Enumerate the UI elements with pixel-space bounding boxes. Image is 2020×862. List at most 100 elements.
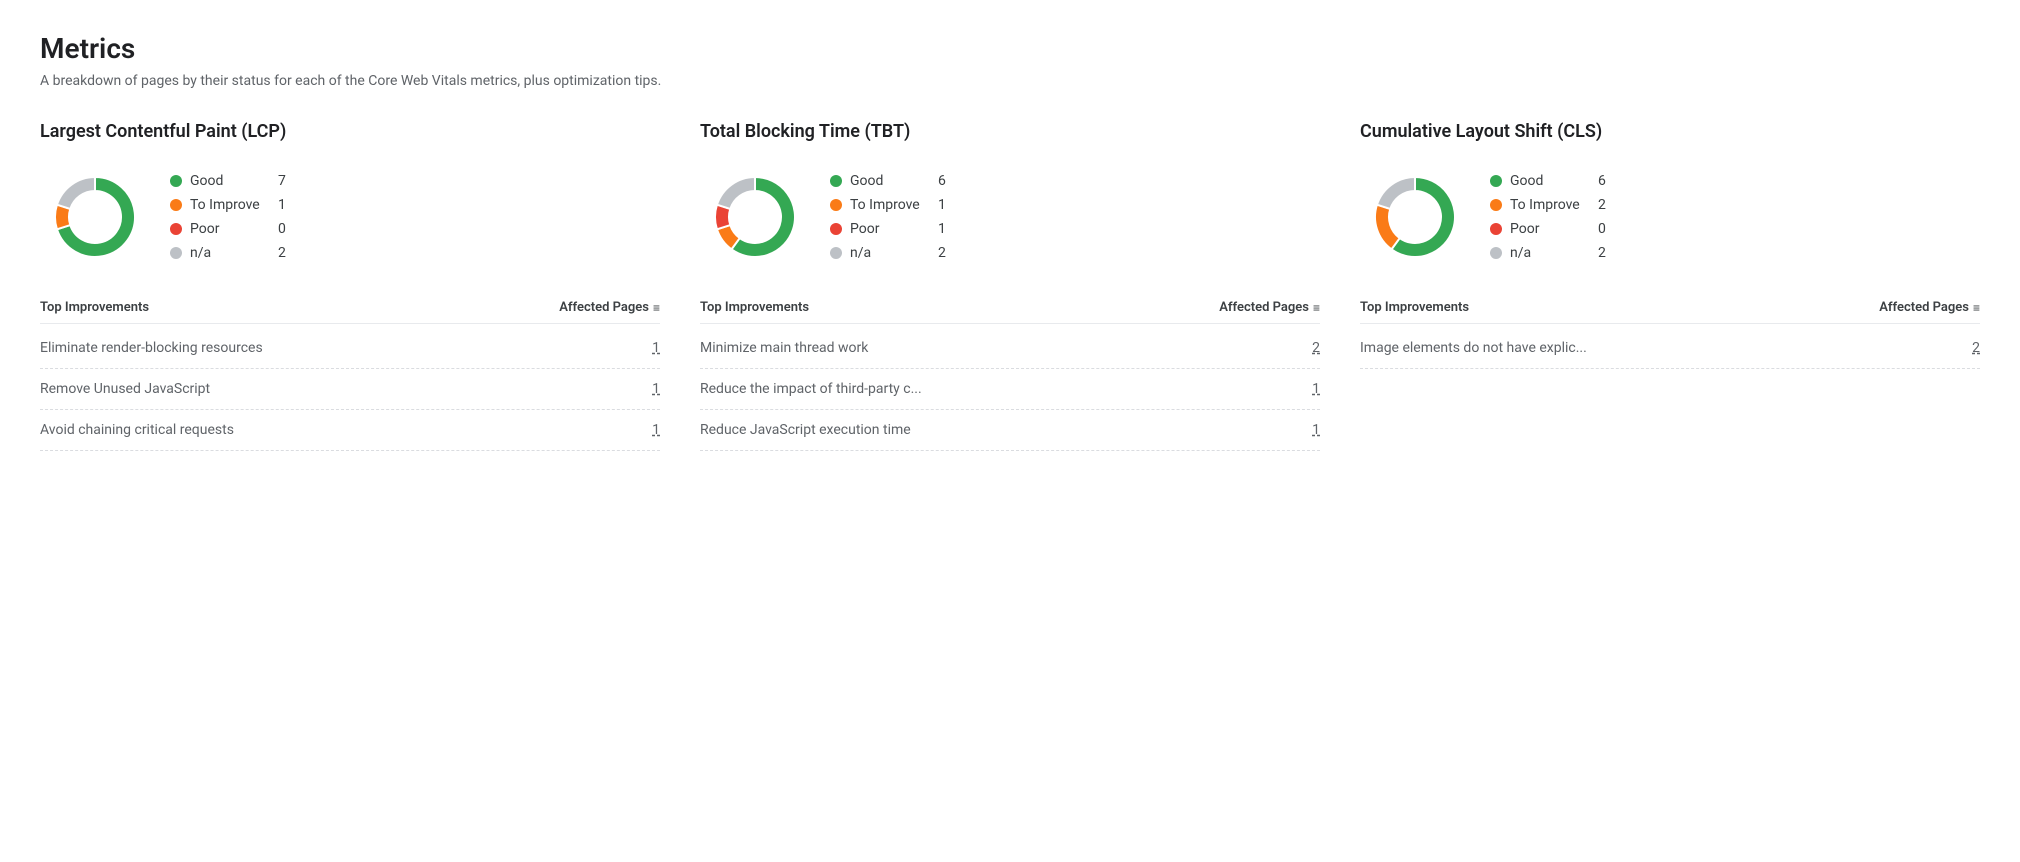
table-header-right-tbt[interactable]: Affected Pages ≡ [1219, 300, 1320, 315]
row-count-tbt-0: 2 [1312, 340, 1320, 356]
legend-lcp: Good 7 To Improve 1 Poor 0 n/a 2 [170, 173, 286, 261]
legend-count-lcp-0: 7 [278, 173, 286, 189]
filter-icon-lcp[interactable]: ≡ [653, 301, 660, 315]
legend-label-tbt-1: To Improve [850, 197, 930, 213]
legend-dot-tbt-2 [830, 223, 842, 235]
donut-chart-cls [1360, 162, 1470, 272]
legend-tbt: Good 6 To Improve 1 Poor 1 n/a 2 [830, 173, 946, 261]
page-subtitle: A breakdown of pages by their status for… [40, 73, 1980, 89]
legend-dot-cls-1 [1490, 199, 1502, 211]
metric-section-cls: Cumulative Layout Shift (CLS) Good 6 To Im… [1360, 121, 1980, 451]
metric-title-cls: Cumulative Layout Shift (CLS) [1360, 121, 1980, 142]
row-count-cls-0: 2 [1972, 340, 1980, 356]
row-label-lcp-1: Remove Unused JavaScript [40, 381, 640, 397]
legend-label-lcp-1: To Improve [190, 197, 270, 213]
table-header-cls: Top Improvements Affected Pages≡ [1360, 300, 1980, 324]
legend-label-lcp-0: Good [190, 173, 270, 189]
table-header-lcp: Top Improvements Affected Pages ≡ [40, 300, 660, 324]
legend-label-cls-0: Good [1510, 173, 1590, 189]
table-row-lcp-0[interactable]: Eliminate render-blocking resources 1 [40, 328, 660, 369]
table-header-right-lcp[interactable]: Affected Pages ≡ [559, 300, 660, 315]
table-row-lcp-1[interactable]: Remove Unused JavaScript 1 [40, 369, 660, 410]
legend-dot-tbt-0 [830, 175, 842, 187]
legend-label-lcp-2: Poor [190, 221, 270, 237]
legend-item-lcp-0: Good 7 [170, 173, 286, 189]
improvements-table-cls: Top Improvements Affected Pages≡ Image ele… [1360, 300, 1980, 369]
filter-icon-cls[interactable]: ≡ [1973, 301, 1980, 315]
row-label-cls-0: Image elements do not have explic... [1360, 340, 1960, 356]
metric-title-lcp: Largest Contentful Paint (LCP) [40, 121, 660, 142]
legend-item-cls-0: Good 6 [1490, 173, 1606, 189]
legend-item-cls-2: Poor 0 [1490, 221, 1606, 237]
improvements-table-lcp: Top Improvements Affected Pages ≡ Eliminate… [40, 300, 660, 451]
legend-label-cls-3: n/a [1510, 245, 1590, 261]
legend-count-tbt-2: 1 [938, 221, 946, 237]
legend-dot-lcp-3 [170, 247, 182, 259]
row-count-lcp-2: 1 [652, 422, 660, 438]
metric-title-tbt: Total Blocking Time (TBT) [700, 121, 1320, 142]
table-row-cls-0[interactable]: Image elements do not have explic... 2 [1360, 328, 1980, 369]
legend-count-tbt-3: 2 [938, 245, 946, 261]
legend-item-tbt-0: Good 6 [830, 173, 946, 189]
legend-label-tbt-2: Poor [850, 221, 930, 237]
table-header-left-lcp: Top Improvements [40, 300, 149, 315]
legend-dot-tbt-1 [830, 199, 842, 211]
legend-dot-lcp-0 [170, 175, 182, 187]
metric-section-tbt: Total Blocking Time (TBT) Good 6 To Improv… [700, 121, 1320, 451]
row-label-tbt-2: Reduce JavaScript execution time [700, 422, 1300, 438]
row-label-tbt-0: Minimize main thread work [700, 340, 1300, 356]
legend-count-cls-2: 0 [1598, 221, 1606, 237]
legend-label-tbt-0: Good [850, 173, 930, 189]
legend-label-lcp-3: n/a [190, 245, 270, 261]
donut-chart-lcp [40, 162, 150, 272]
legend-dot-cls-3 [1490, 247, 1502, 259]
legend-item-cls-3: n/a2 [1490, 245, 1606, 261]
filter-icon-tbt[interactable]: ≡ [1313, 301, 1320, 315]
legend-item-tbt-1: To Improve 1 [830, 197, 946, 213]
legend-label-cls-1: To Improve [1510, 197, 1590, 213]
donut-chart-tbt [700, 162, 810, 272]
table-row-tbt-2[interactable]: Reduce JavaScript execution time 1 [700, 410, 1320, 451]
legend-label-tbt-3: n/a [850, 245, 930, 261]
row-count-tbt-2: 1 [1312, 422, 1320, 438]
table-row-lcp-2[interactable]: Avoid chaining critical requests 1 [40, 410, 660, 451]
table-header-left-tbt: Top Improvements [700, 300, 809, 315]
row-label-lcp-2: Avoid chaining critical requests [40, 422, 640, 438]
legend-cls: Good 6 To Improve 2 Poor 0 n/a2 [1490, 173, 1606, 261]
metric-section-lcp: Largest Contentful Paint (LCP) Good 7 To I… [40, 121, 660, 451]
table-row-tbt-1[interactable]: Reduce the impact of third-party c...1 [700, 369, 1320, 410]
legend-item-lcp-1: To Improve 1 [170, 197, 286, 213]
table-header-left-cls: Top Improvements [1360, 300, 1469, 315]
legend-count-tbt-0: 6 [938, 173, 946, 189]
legend-count-lcp-3: 2 [278, 245, 286, 261]
table-header-right-label-tbt: Affected Pages [1219, 300, 1309, 315]
legend-item-cls-1: To Improve 2 [1490, 197, 1606, 213]
legend-count-cls-1: 2 [1598, 197, 1606, 213]
table-header-tbt: Top Improvements Affected Pages ≡ [700, 300, 1320, 324]
row-label-lcp-0: Eliminate render-blocking resources [40, 340, 640, 356]
legend-count-cls-0: 6 [1598, 173, 1606, 189]
table-header-right-cls[interactable]: Affected Pages≡ [1879, 300, 1980, 315]
legend-label-cls-2: Poor [1510, 221, 1590, 237]
legend-item-tbt-2: Poor 1 [830, 221, 946, 237]
legend-dot-lcp-2 [170, 223, 182, 235]
metrics-grid: Largest Contentful Paint (LCP) Good 7 To I… [40, 121, 1980, 451]
row-count-lcp-0: 1 [652, 340, 660, 356]
legend-item-lcp-3: n/a 2 [170, 245, 286, 261]
legend-item-tbt-3: n/a 2 [830, 245, 946, 261]
improvements-table-tbt: Top Improvements Affected Pages ≡ Minimize … [700, 300, 1320, 451]
legend-dot-tbt-3 [830, 247, 842, 259]
legend-item-lcp-2: Poor 0 [170, 221, 286, 237]
row-count-lcp-1: 1 [652, 381, 660, 397]
legend-dot-lcp-1 [170, 199, 182, 211]
page-title: Metrics [40, 32, 1980, 65]
chart-legend-row-cls: Good 6 To Improve 2 Poor 0 n/a2 [1360, 162, 1980, 272]
table-header-right-label-lcp: Affected Pages [559, 300, 649, 315]
legend-count-lcp-2: 0 [278, 221, 286, 237]
row-label-tbt-1: Reduce the impact of third-party c... [700, 381, 1300, 397]
table-row-tbt-0[interactable]: Minimize main thread work 2 [700, 328, 1320, 369]
legend-dot-cls-2 [1490, 223, 1502, 235]
legend-count-tbt-1: 1 [938, 197, 946, 213]
legend-dot-cls-0 [1490, 175, 1502, 187]
legend-count-lcp-1: 1 [278, 197, 286, 213]
